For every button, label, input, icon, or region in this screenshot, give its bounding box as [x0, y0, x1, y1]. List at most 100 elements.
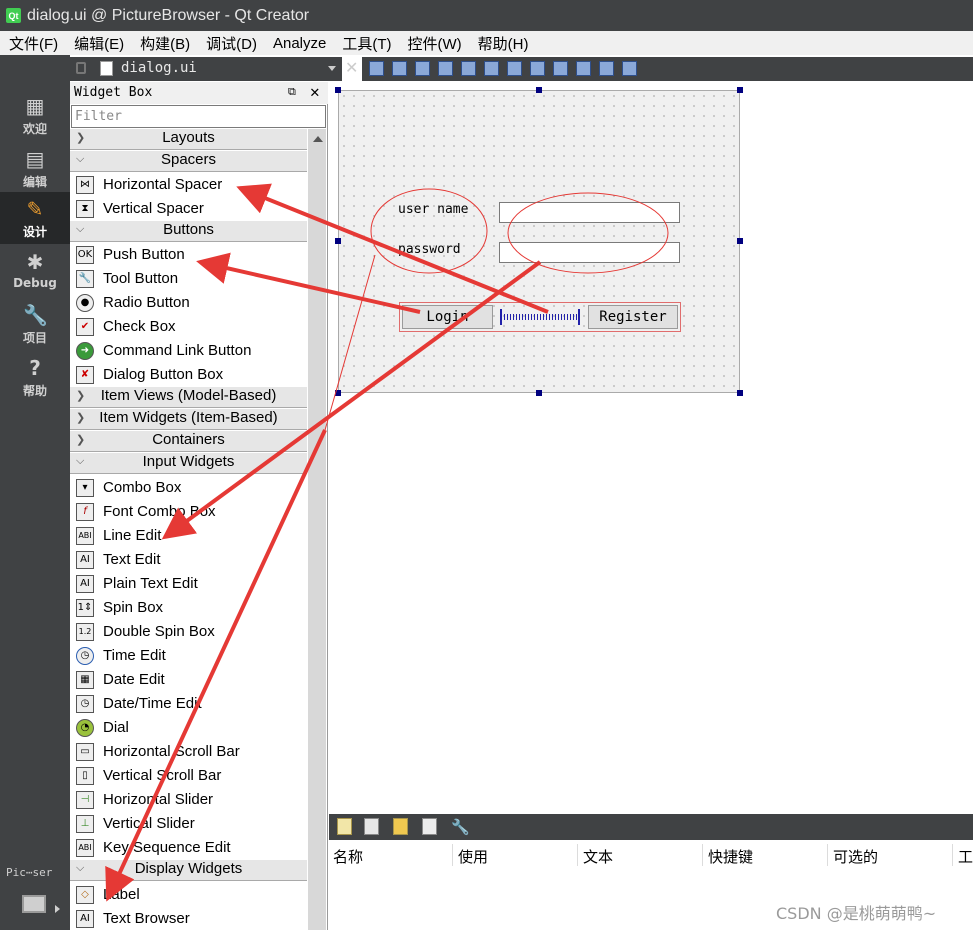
mode-edit[interactable]: ▤ 编辑 — [0, 142, 70, 194]
layout-splitter-horizontal-icon[interactable] — [507, 61, 522, 76]
widget-text-browser[interactable]: AI Text Browser — [70, 907, 307, 930]
widget-spin-box[interactable]: 1⇕ Spin Box — [70, 596, 307, 620]
configure-wrench-icon[interactable]: 🔧 — [451, 818, 470, 836]
widget-tool-button[interactable]: 🔧 Tool Button — [70, 267, 307, 291]
widget-vertical-spacer[interactable]: ⧗ Vertical Spacer — [70, 197, 307, 221]
edit-tab-order-icon[interactable] — [438, 61, 453, 76]
category-containers[interactable]: ❯ Containers — [70, 431, 307, 452]
adjust-size-icon[interactable] — [622, 61, 637, 76]
widget-box-scrollbar[interactable] — [308, 129, 326, 930]
widget-text-edit[interactable]: AI Text Edit — [70, 548, 307, 572]
menu-file[interactable]: 文件(F) — [0, 33, 65, 54]
widget-vertical-slider[interactable]: ⊥ Vertical Slider — [70, 812, 307, 836]
column-used[interactable]: 使用 — [458, 846, 488, 867]
text-edit-icon: AI — [76, 551, 94, 569]
resize-handle-top-left[interactable] — [335, 87, 341, 93]
resize-handle-right[interactable] — [737, 238, 743, 244]
mode-design[interactable]: ✎ 设计 — [0, 192, 70, 244]
menu-edit[interactable]: 编辑(E) — [65, 33, 131, 54]
edit-buddies-icon[interactable] — [415, 61, 430, 76]
widget-radio-button[interactable]: ● Radio Button — [70, 291, 307, 315]
float-panel-icon[interactable]: ⧉ — [288, 85, 296, 99]
widget-double-spin-box[interactable]: 1.2 Double Spin Box — [70, 620, 307, 644]
widget-time-edit[interactable]: ◷ Time Edit — [70, 644, 307, 668]
text-browser-icon: AI — [76, 910, 94, 928]
widget-label: Label — [103, 886, 140, 903]
column-shortcut[interactable]: 快捷键 — [708, 846, 753, 867]
login-button[interactable]: Login — [402, 305, 493, 329]
resize-handle-bottom-left[interactable] — [335, 390, 341, 396]
layout-vertical-icon[interactable] — [484, 61, 499, 76]
username-line-edit[interactable] — [499, 202, 680, 223]
mode-welcome[interactable]: ▦ 欢迎 — [0, 89, 70, 141]
menu-tools[interactable]: 工具(T) — [333, 33, 398, 54]
scroll-up-icon[interactable] — [313, 136, 323, 142]
column-checkable[interactable]: 可选的 — [833, 846, 878, 867]
layout-horizontal-icon[interactable] — [461, 61, 476, 76]
edit-signals-icon[interactable] — [392, 61, 407, 76]
resize-handle-top[interactable] — [536, 87, 542, 93]
category-display-widgets[interactable]: ⌵ Display Widgets — [70, 860, 307, 881]
resize-handle-left[interactable] — [335, 238, 341, 244]
category-input-widgets[interactable]: ⌵ Input Widgets — [70, 453, 307, 474]
category-spacers[interactable]: ⌵ Spacers — [70, 151, 307, 172]
category-buttons[interactable]: ⌵ Buttons — [70, 221, 307, 242]
layout-form-icon[interactable] — [553, 61, 568, 76]
register-button[interactable]: Register — [588, 305, 678, 329]
mode-projects[interactable]: 🔧 项目 — [0, 298, 70, 350]
widget-horizontal-spacer[interactable]: ⋈ Horizontal Spacer — [70, 173, 307, 197]
widget-combo-box[interactable]: ▾ Combo Box — [70, 476, 307, 500]
widget-check-box[interactable]: ✔ Check Box — [70, 315, 307, 339]
category-layouts[interactable]: ❯ Layouts — [70, 129, 307, 150]
column-text[interactable]: 文本 — [583, 846, 613, 867]
username-label[interactable]: user name — [398, 202, 468, 217]
menu-analyze[interactable]: Analyze — [264, 35, 333, 52]
widget-vertical-scroll-bar[interactable]: ▯ Vertical Scroll Bar — [70, 764, 307, 788]
password-label[interactable]: password — [398, 242, 461, 257]
delete-action-icon[interactable] — [422, 818, 437, 835]
menu-widgets[interactable]: 控件(W) — [399, 33, 469, 54]
category-item-views[interactable]: ❯ Item Views (Model-Based) — [70, 387, 307, 408]
close-document-icon[interactable]: ✕ — [345, 58, 358, 77]
monitor-icon[interactable] — [22, 895, 46, 913]
break-layout-icon[interactable] — [599, 61, 614, 76]
widget-datetime-edit[interactable]: ◷ Date/Time Edit — [70, 692, 307, 716]
widget-dial[interactable]: ◔ Dial — [70, 716, 307, 740]
open-document-name[interactable]: dialog.ui — [121, 60, 197, 76]
resize-handle-bottom-right[interactable] — [737, 390, 743, 396]
edit-widgets-icon[interactable] — [369, 61, 384, 76]
column-name[interactable]: 名称 — [333, 846, 363, 867]
widget-push-button[interactable]: OK Push Button — [70, 243, 307, 267]
push-button-icon: OK — [76, 246, 94, 264]
widget-command-link-button[interactable]: ➜ Command Link Button — [70, 339, 307, 363]
widget-horizontal-scroll-bar[interactable]: ▭ Horizontal Scroll Bar — [70, 740, 307, 764]
new-action-icon[interactable] — [337, 818, 352, 835]
kit-selector-label[interactable]: Pic⋯ser — [0, 866, 70, 879]
menu-build[interactable]: 构建(B) — [131, 33, 197, 54]
widget-line-edit[interactable]: ABI Line Edit — [70, 524, 307, 548]
password-line-edit[interactable] — [499, 242, 680, 263]
chevron-down-icon[interactable] — [328, 66, 336, 71]
widget-horizontal-slider[interactable]: ⊣ Horizontal Slider — [70, 788, 307, 812]
category-item-widgets[interactable]: ❯ Item Widgets (Item-Based) — [70, 409, 307, 430]
widget-date-edit[interactable]: ▦ Date Edit — [70, 668, 307, 692]
mode-help[interactable]: ? 帮助 — [0, 351, 70, 403]
widget-filter-input[interactable]: Filter — [71, 105, 326, 128]
widget-key-sequence-edit[interactable]: ABI Key Sequence Edit — [70, 836, 307, 860]
column-tooltip[interactable]: 工 — [958, 846, 973, 867]
layout-grid-icon[interactable] — [576, 61, 591, 76]
resize-handle-bottom[interactable] — [536, 390, 542, 396]
widget-font-combo-box[interactable]: f Font Combo Box — [70, 500, 307, 524]
menu-help[interactable]: 帮助(H) — [469, 33, 536, 54]
close-panel-icon[interactable]: ✕ — [310, 82, 320, 101]
resize-handle-top-right[interactable] — [737, 87, 743, 93]
widget-dialog-button-box[interactable]: ✘ Dialog Button Box — [70, 363, 307, 387]
paste-action-icon[interactable] — [393, 818, 408, 835]
widget-label-item[interactable]: ◇ Label — [70, 883, 307, 907]
widget-plain-text-edit[interactable]: AI Plain Text Edit — [70, 572, 307, 596]
copy-action-icon[interactable] — [364, 818, 379, 835]
horizontal-spacer[interactable] — [500, 309, 580, 325]
layout-splitter-vertical-icon[interactable] — [530, 61, 545, 76]
menu-debug[interactable]: 调试(D) — [197, 33, 264, 54]
mode-debug[interactable]: ✱ Debug — [0, 245, 70, 297]
